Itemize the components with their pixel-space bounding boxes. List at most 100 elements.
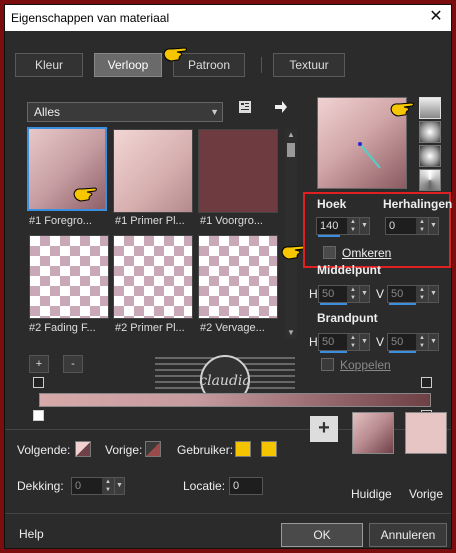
linear-style-button[interactable] [390, 97, 441, 119]
pointing-hand-icon [163, 47, 187, 62]
chevron-down-icon[interactable]: ▼ [428, 217, 439, 235]
volgende-label: Volgende: [17, 443, 71, 457]
brandpunt-h-label: H [309, 335, 318, 349]
brandpunt-v-slider[interactable] [389, 351, 416, 353]
locatie-input[interactable]: 0 [229, 477, 263, 495]
gradient-editor-bar[interactable] [39, 393, 431, 407]
radial-style-button[interactable] [419, 145, 441, 167]
spinner-icon[interactable]: ▲ ▼ [416, 218, 428, 234]
library-scrollbar[interactable]: ▲ ▼ [285, 129, 297, 339]
help-link[interactable]: Help [19, 527, 44, 541]
omkeren-label[interactable]: Omkeren [342, 246, 391, 260]
gradient-thumb-caption: #1 Foregro... [29, 215, 92, 227]
chevron-down-icon[interactable]: ▼ [359, 217, 370, 235]
chevron-down-icon[interactable]: ▼ [359, 285, 370, 303]
brandpunt-h-slider[interactable] [320, 351, 347, 353]
close-icon[interactable]: ✕ [427, 8, 445, 26]
gradient-thumb-caption: #2 Primer Pl... [115, 322, 185, 334]
vorige-label: Vorige: [105, 443, 143, 457]
gebruiker-label: Gebruiker: [177, 443, 234, 457]
locatie-label: Locatie: [183, 479, 226, 493]
brandpunt-v-input[interactable]: 50 ▲ ▼ ▼ [387, 333, 439, 353]
window-title: Eigenschappen van materiaal [11, 11, 170, 25]
gradient-thumb-5[interactable] [113, 235, 193, 319]
gradient-library-grid: #1 Foregro... #1 Primer Pl... #1 Voorgro… [27, 127, 281, 337]
cancel-button[interactable]: Annuleren [369, 523, 447, 547]
gradient-thumb-caption: #1 Voorgro... [200, 215, 263, 227]
chevron-down-icon[interactable]: ▼ [114, 477, 125, 495]
spinner-icon[interactable]: ▲ ▼ [102, 478, 114, 494]
gradient-thumb-4[interactable] [29, 235, 109, 319]
koppelen-label[interactable]: Koppelen [340, 358, 391, 372]
dekking-label: Dekking: [17, 479, 64, 493]
gradient-thumb-2[interactable] [113, 129, 193, 213]
hoek-input[interactable]: 140 ▲ ▼ ▼ [316, 217, 370, 237]
chevron-down-icon: ▼ [210, 107, 219, 117]
middelpunt-v-value: 50 [391, 288, 404, 300]
gradient-thumb-1[interactable] [27, 127, 107, 211]
herhalingen-input[interactable]: 0 ▲ ▼ ▼ [385, 217, 439, 235]
scroll-up-icon[interactable]: ▲ [285, 129, 297, 141]
spinner-icon[interactable]: ▲ ▼ [347, 286, 359, 302]
top-stop-handle[interactable] [421, 377, 432, 388]
svg-text:claudia: claudia [199, 373, 250, 389]
brandpunt-h-input[interactable]: 50 ▲ ▼ ▼ [318, 333, 370, 353]
locatie-value: 0 [233, 480, 240, 492]
scroll-down-icon[interactable]: ▼ [285, 327, 297, 339]
tab-verloop[interactable]: Verloop [94, 53, 162, 77]
pointing-hand-icon [390, 102, 414, 117]
arrow-right-icon[interactable] [271, 99, 291, 119]
pointing-hand-icon [73, 187, 97, 202]
spinner-icon[interactable]: ▲ ▼ [347, 218, 359, 234]
hoek-label: Hoek [317, 197, 347, 211]
middelpunt-v-input[interactable]: 50 ▲ ▼ ▼ [387, 285, 439, 305]
gradient-filter-value: Alles [34, 105, 61, 119]
huidige-swatch[interactable] [352, 412, 394, 454]
gradient-thumb-caption: #2 Fading F... [29, 322, 96, 334]
gradient-filter-select[interactable]: Alles ▼ [27, 102, 223, 122]
scrollbar-thumb[interactable] [287, 143, 295, 157]
add-stop-button[interactable]: + [29, 355, 49, 373]
chevron-down-icon[interactable]: ▼ [428, 285, 439, 303]
tab-separator [261, 57, 262, 73]
tab-textuur[interactable]: Textuur [273, 53, 345, 77]
tab-kleur[interactable]: Kleur [15, 53, 83, 77]
middelpunt-h-slider[interactable] [320, 303, 347, 305]
spinner-icon[interactable]: ▲ ▼ [416, 286, 428, 302]
koppelen-checkbox[interactable] [321, 358, 334, 371]
herhalingen-label: Herhalingen [383, 197, 453, 211]
volgende-swatch[interactable] [75, 441, 91, 457]
hoek-slider[interactable] [318, 235, 340, 237]
rectangular-style-button[interactable] [419, 121, 441, 143]
middelpunt-v-slider[interactable] [389, 303, 416, 305]
gradient-thumb-6[interactable] [198, 235, 278, 319]
middelpunt-v-label: V [376, 287, 385, 301]
middelpunt-h-label: H [309, 287, 318, 301]
vorige-swatch-label: Vorige [409, 487, 444, 501]
remove-stop-button[interactable]: - [63, 355, 83, 373]
vorige-swatch-small[interactable] [145, 441, 161, 457]
hoek-value: 140 [320, 220, 339, 232]
color-stop-handle[interactable] [33, 410, 44, 421]
gradient-thumb-3[interactable] [198, 129, 278, 213]
title-bar: Eigenschappen van materiaal ✕ [5, 5, 451, 31]
brandpunt-h-value: 50 [322, 336, 335, 348]
library-menu-icon[interactable] [235, 99, 255, 119]
top-stop-handle[interactable] [33, 377, 44, 388]
ok-button[interactable]: OK [281, 523, 363, 547]
chevron-down-icon[interactable]: ▼ [359, 333, 370, 351]
middelpunt-h-input[interactable]: 50 ▲ ▼ ▼ [318, 285, 370, 305]
brandpunt-label: Brandpunt [317, 311, 378, 325]
dekking-input[interactable]: 0 ▲ ▼ ▼ [71, 477, 125, 495]
gebruiker-swatch-2[interactable] [261, 441, 277, 457]
gebruiker-swatch-1[interactable] [235, 441, 251, 457]
huidige-label: Huidige [351, 487, 392, 501]
omkeren-checkbox[interactable] [323, 246, 336, 259]
chevron-down-icon[interactable]: ▼ [428, 333, 439, 351]
gradient-thumb-caption: #2 Vervage... [200, 322, 265, 334]
vorige-swatch[interactable] [405, 412, 447, 454]
add-to-library-button[interactable]: + [310, 416, 338, 442]
spinner-icon[interactable]: ▲ ▼ [347, 334, 359, 350]
sunburst-style-button[interactable] [419, 169, 441, 191]
spinner-icon[interactable]: ▲ ▼ [416, 334, 428, 350]
